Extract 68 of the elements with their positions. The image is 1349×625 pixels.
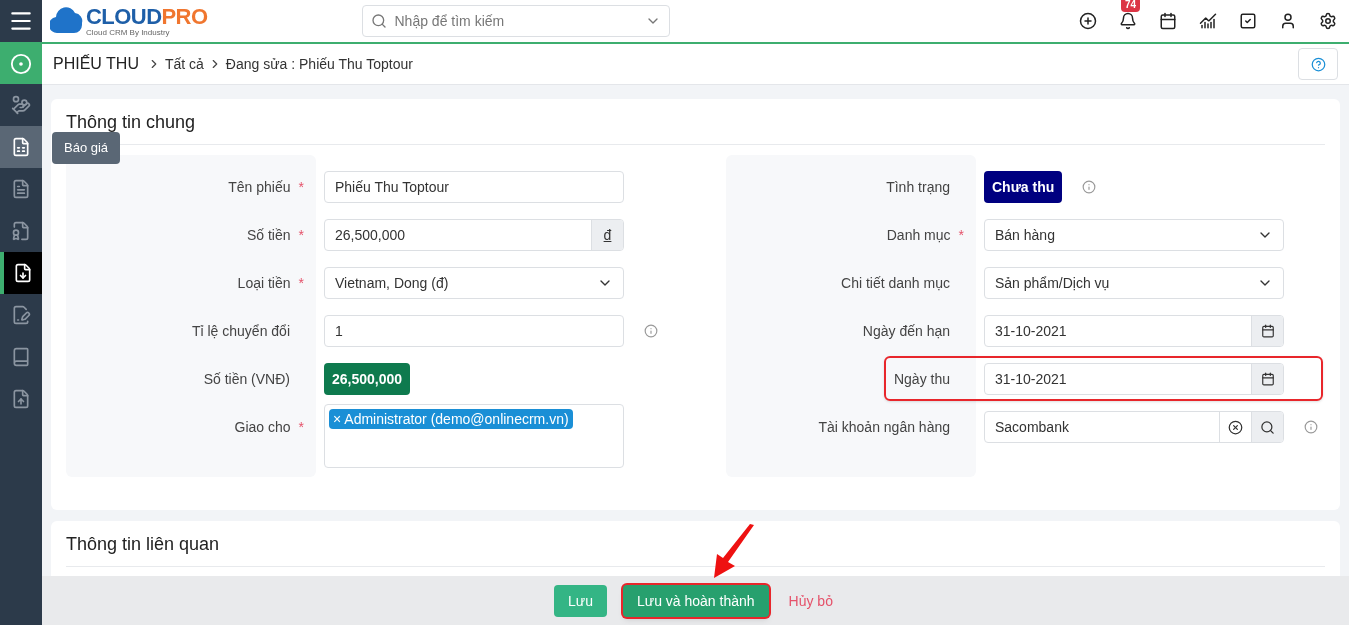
text-input[interactable]: 1 xyxy=(324,315,624,347)
notification-icon[interactable] xyxy=(1119,12,1137,30)
date-input[interactable]: 31-10-2021 xyxy=(984,315,1284,347)
currency-addon: đ xyxy=(591,220,623,250)
logo[interactable]: CLOUDPRO Cloud CRM By Industry xyxy=(50,5,208,37)
required-mark: * xyxy=(298,418,304,437)
info-icon[interactable] xyxy=(644,324,658,338)
clear-icon[interactable] xyxy=(1228,419,1243,435)
field-label: Giao cho xyxy=(234,418,291,437)
calendar-icon xyxy=(1260,324,1275,338)
text-input[interactable]: Phiếu Thu Toptour xyxy=(324,171,624,203)
breadcrumb-link[interactable]: Đang sửa : Phiếu Thu Toptour xyxy=(225,54,413,74)
calendar-icon[interactable] xyxy=(1159,12,1177,30)
add-icon[interactable] xyxy=(1079,12,1097,30)
notification-badge: 74 xyxy=(1121,0,1141,12)
field-label: Tên phiếu xyxy=(228,178,291,197)
breadcrumb-link[interactable]: Tất cả xyxy=(164,54,204,74)
field-label: Ngày thu xyxy=(893,370,950,389)
field-label: Tỉ lệ chuyển đổi xyxy=(191,322,290,341)
field-label: Tài khoản ngân hàng xyxy=(818,418,950,437)
annotation-arrow xyxy=(712,524,756,580)
select-field[interactable]: Bán hàng xyxy=(984,219,1284,251)
tooltip: Báo giá xyxy=(52,132,121,164)
cloud-logo-icon xyxy=(50,7,84,35)
section-title: Thông tin liên quan xyxy=(66,533,220,556)
document-icon xyxy=(11,179,31,199)
field-label: Loại tiền xyxy=(237,274,291,293)
spreadsheet-file-icon xyxy=(11,137,31,157)
calendar-icon xyxy=(1260,372,1275,386)
select-field[interactable]: Sản phẩm/Dịch vụ xyxy=(984,267,1284,299)
sidebar-item[interactable] xyxy=(0,252,42,294)
field-label: Số tiền (VNĐ) xyxy=(203,370,290,389)
amount-input[interactable]: 26,500,000 đ xyxy=(324,219,624,251)
field-label: Danh mục xyxy=(886,226,951,245)
user-icon[interactable] xyxy=(1279,12,1297,30)
required-mark: * xyxy=(298,274,304,293)
status-badge: Chưa thu xyxy=(984,171,1063,203)
settings-icon[interactable] xyxy=(1319,12,1337,30)
required-mark: * xyxy=(298,178,304,197)
info-icon[interactable] xyxy=(1082,180,1097,194)
assignee-tag[interactable]: × Administrator (demo@onlinecrm.vn) xyxy=(329,409,573,429)
required-mark: * xyxy=(298,226,304,245)
section-title: Thông tin chung xyxy=(66,111,196,134)
required-mark: * xyxy=(958,226,964,245)
book-icon xyxy=(11,347,31,367)
date-input[interactable]: 31-10-2021 xyxy=(984,363,1284,395)
page-title: PHIẾU THU xyxy=(53,53,139,74)
info-icon[interactable] xyxy=(1304,420,1318,434)
field-label: Chi tiết danh mục xyxy=(841,274,950,293)
status-badge: 26,500,000 xyxy=(324,363,411,395)
field-label: Ngày đến hạn xyxy=(862,322,950,341)
upload-file-icon xyxy=(11,389,31,409)
task-icon[interactable] xyxy=(1239,12,1257,30)
field-label: Số tiền xyxy=(246,226,291,245)
target-icon xyxy=(10,53,32,75)
signature-file-icon xyxy=(11,305,31,325)
chart-icon[interactable] xyxy=(1199,12,1217,30)
search-field[interactable]: Nhập để tìm kiếm xyxy=(361,5,670,37)
search-icon xyxy=(370,13,387,29)
menu-button[interactable] xyxy=(0,0,42,42)
download-file-icon xyxy=(13,263,33,283)
help-button[interactable] xyxy=(1298,48,1338,80)
assignee-field[interactable]: × Administrator (demo@onlinecrm.vn) xyxy=(324,404,624,468)
help-icon xyxy=(1310,56,1326,72)
field-label: Tình trạng xyxy=(886,178,950,197)
lookup-field[interactable]: Sacombank xyxy=(984,411,1284,443)
search-icon[interactable] xyxy=(1260,419,1275,435)
select-field[interactable]: Vietnam, Dong (đ) xyxy=(324,267,624,299)
